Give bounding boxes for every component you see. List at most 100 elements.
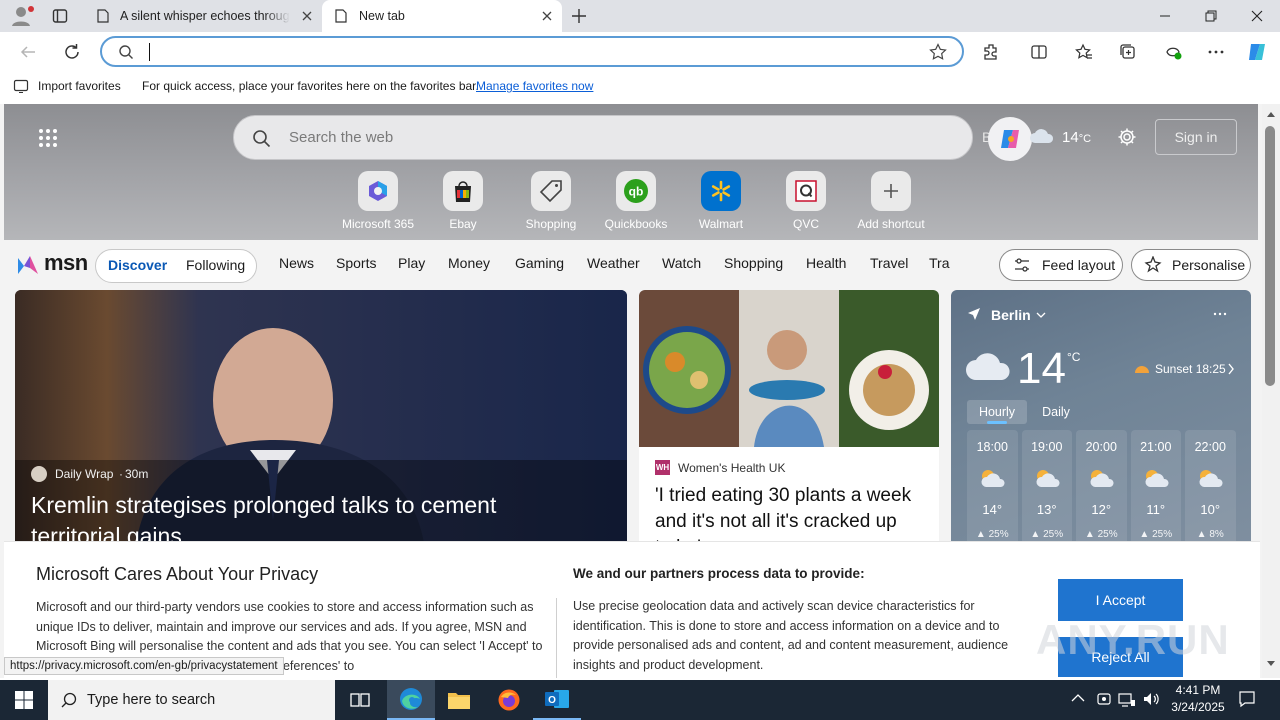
- favorite-star-icon[interactable]: [929, 43, 947, 61]
- msn-logo-text[interactable]: msn: [44, 250, 88, 276]
- partly-cloudy-icon: [1033, 468, 1061, 488]
- meet-now-icon[interactable]: [1096, 691, 1112, 707]
- add-shortcut-button[interactable]: Add shortcut: [849, 171, 933, 231]
- nav-sports[interactable]: Sports: [336, 255, 376, 271]
- article-headline[interactable]: 'I tried eating 30 plants a week and it'…: [655, 483, 917, 550]
- shortcut-shopping[interactable]: Shopping: [509, 171, 593, 231]
- show-hidden-icons-chevron[interactable]: [1071, 693, 1085, 703]
- nav-play[interactable]: Play: [398, 255, 425, 271]
- taskbar-clock[interactable]: 4:41 PM 3/24/2025: [1162, 682, 1234, 716]
- hourly-forecast-column[interactable]: 19:00 13° ▲ 25%: [1021, 430, 1072, 550]
- more-options-icon[interactable]: [1213, 312, 1227, 316]
- file-explorer-icon[interactable]: [435, 680, 483, 720]
- svg-text:qb: qb: [629, 185, 644, 199]
- forecast-tab-label: Hourly: [978, 405, 1016, 419]
- favorites-icon[interactable]: [1073, 41, 1095, 63]
- tab-new-tab[interactable]: New tab: [322, 0, 562, 32]
- address-bar[interactable]: [100, 36, 964, 67]
- manage-favorites-link[interactable]: Manage favorites now: [476, 79, 593, 93]
- settings-gear-icon[interactable]: [1117, 127, 1137, 147]
- split-screen-icon[interactable]: [1028, 41, 1050, 63]
- close-tab-icon[interactable]: [300, 9, 314, 23]
- nav-news[interactable]: News: [279, 255, 314, 271]
- close-tab-icon[interactable]: [540, 9, 554, 23]
- shortcut-qvc[interactable]: QVC: [764, 171, 848, 231]
- tab-silent-whisper[interactable]: A silent whisper echoes through the: [84, 0, 322, 32]
- windows-start-icon[interactable]: [0, 680, 48, 720]
- sunset-icon: [1133, 361, 1151, 375]
- walmart-icon: [701, 171, 741, 211]
- nav-traffic[interactable]: Tra: [929, 255, 951, 271]
- web-search-box[interactable]: Search the web: [233, 115, 973, 160]
- article-card[interactable]: WH Women's Health UK 'I tried eating 30 …: [639, 290, 939, 550]
- page-scrollbar[interactable]: [1262, 104, 1280, 678]
- weather-card[interactable]: Berlin 14 °C Sunset 18:25 Hourly Daily 1…: [951, 290, 1251, 550]
- volume-icon[interactable]: [1142, 691, 1160, 707]
- chevron-down-icon[interactable]: [1036, 311, 1046, 319]
- copilot-icon[interactable]: [988, 117, 1032, 161]
- hour-time: 18:00: [976, 440, 1008, 454]
- task-view-icon[interactable]: [336, 680, 384, 720]
- address-input[interactable]: [148, 42, 908, 61]
- scroll-down-arrow-icon[interactable]: [1266, 660, 1276, 668]
- shortcut-label: Walmart: [698, 217, 744, 231]
- nav-weather[interactable]: Weather: [587, 255, 640, 271]
- hourly-forecast-column[interactable]: 22:00 10° ▲ 8%: [1185, 430, 1236, 550]
- qvc-icon: [786, 171, 826, 211]
- partners-body: Use precise geolocation data and activel…: [573, 599, 1009, 672]
- tab-following[interactable]: Following: [186, 250, 245, 280]
- top-story-card[interactable]: Daily Wrap · 30m Kremlin strategises pro…: [15, 290, 627, 550]
- partly-cloudy-icon: [1196, 468, 1224, 488]
- forecast-tab-label: Daily: [1042, 405, 1070, 419]
- network-icon[interactable]: [1118, 691, 1136, 707]
- firefox-icon[interactable]: [485, 680, 533, 720]
- tab-discover[interactable]: Discover: [108, 250, 167, 280]
- outlook-icon[interactable]: O: [533, 680, 581, 720]
- nav-travel[interactable]: Travel: [870, 255, 908, 271]
- hourly-forecast-column[interactable]: 18:00 14° ▲ 25%: [967, 430, 1018, 550]
- hour-precip-value: 25%: [1097, 529, 1118, 540]
- collections-icon[interactable]: [1117, 41, 1139, 63]
- shortcut-ebay[interactable]: Ebay: [421, 171, 505, 231]
- shortcut-microsoft-365[interactable]: Microsoft 365: [336, 171, 420, 231]
- shortcut-quickbooks[interactable]: qb Quickbooks: [594, 171, 678, 231]
- browser-essentials-icon[interactable]: [1162, 41, 1184, 63]
- profile-avatar[interactable]: [10, 5, 34, 27]
- weather-city[interactable]: Berlin: [991, 307, 1031, 323]
- nav-gaming[interactable]: Gaming: [515, 255, 564, 271]
- close-window-icon[interactable]: [1234, 0, 1280, 32]
- copilot-icon[interactable]: [1246, 41, 1268, 63]
- msn-butterfly-icon[interactable]: [16, 252, 42, 278]
- personalise-button[interactable]: Personalise: [1131, 249, 1251, 281]
- apps-grid-icon[interactable]: [38, 128, 58, 148]
- sign-in-button[interactable]: Sign in: [1155, 119, 1237, 155]
- more-menu-icon[interactable]: [1205, 41, 1227, 63]
- forecast-tab-daily[interactable]: Daily: [1031, 400, 1081, 424]
- edge-taskbar-icon[interactable]: [387, 680, 435, 720]
- feed-layout-button[interactable]: Feed layout: [999, 249, 1123, 281]
- accept-button[interactable]: I Accept: [1058, 579, 1183, 621]
- minimize-icon[interactable]: [1142, 0, 1188, 32]
- hour-precip: ▲ 8%: [1196, 529, 1224, 540]
- taskbar-search-box[interactable]: Type here to search: [48, 680, 335, 720]
- scroll-thumb[interactable]: [1265, 126, 1275, 386]
- shortcut-walmart[interactable]: Walmart: [679, 171, 763, 231]
- import-favorites-link[interactable]: Import favorites: [38, 79, 121, 93]
- hour-precip-value: 8%: [1209, 529, 1224, 540]
- hourly-forecast-column[interactable]: 20:00 12° ▲ 25%: [1076, 430, 1127, 550]
- nav-health[interactable]: Health: [806, 255, 846, 271]
- chevron-right-icon[interactable]: [1227, 363, 1235, 375]
- tab-actions-icon[interactable]: [52, 8, 68, 24]
- new-tab-icon[interactable]: [570, 7, 588, 25]
- nav-watch[interactable]: Watch: [662, 255, 701, 271]
- notifications-icon[interactable]: [1238, 690, 1256, 708]
- nav-money[interactable]: Money: [448, 255, 490, 271]
- nav-shopping[interactable]: Shopping: [724, 255, 783, 271]
- hourly-forecast-column[interactable]: 21:00 11° ▲ 25%: [1130, 430, 1181, 550]
- restore-icon[interactable]: [1188, 0, 1234, 32]
- scroll-up-arrow-icon[interactable]: [1266, 110, 1276, 118]
- back-arrow-icon[interactable]: [17, 41, 39, 63]
- refresh-icon[interactable]: [61, 41, 83, 63]
- sliders-icon: [1014, 257, 1030, 273]
- extensions-icon[interactable]: [980, 41, 1002, 63]
